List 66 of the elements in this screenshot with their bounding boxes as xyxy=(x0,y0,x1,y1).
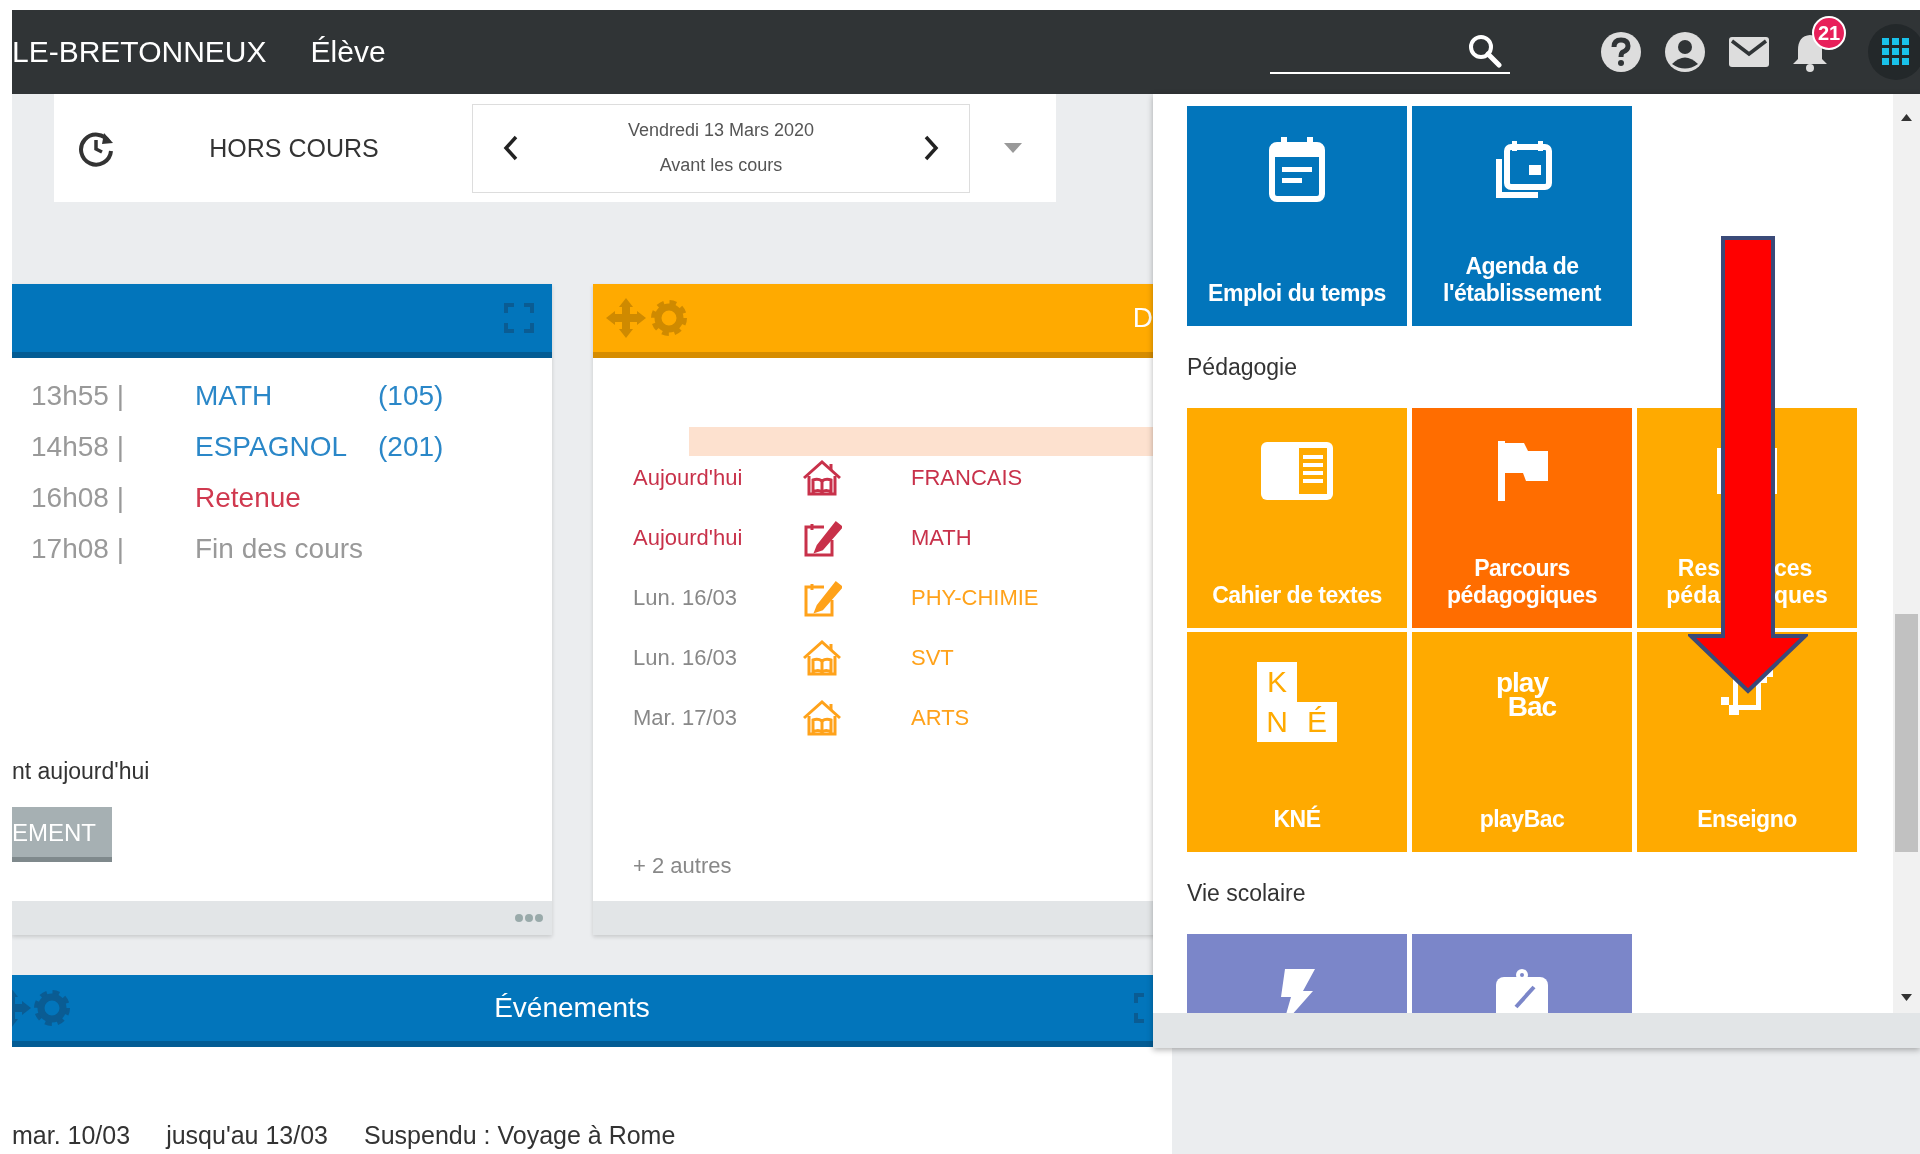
due-date: Aujourd'hui xyxy=(633,525,744,551)
due-date: Mar. 17/03 xyxy=(633,705,738,731)
event-text: Suspendu : Voyage à Rome xyxy=(364,1121,676,1150)
card-title: Événements xyxy=(493,992,651,1024)
room-text: (201) xyxy=(378,431,444,463)
card-title: D xyxy=(1132,302,1153,334)
more-link[interactable]: + 2 autres xyxy=(633,853,732,879)
action-button[interactable]: EMENT xyxy=(12,807,112,862)
scrollbar[interactable] xyxy=(1893,94,1920,1013)
subject-link[interactable]: SVT xyxy=(911,645,1039,671)
due-date: Lun. 16/03 xyxy=(633,585,738,611)
app-tile[interactable]: Cahier de textes xyxy=(1187,408,1407,628)
help-icon[interactable] xyxy=(1600,31,1642,73)
app-tile[interactable]: Enseigno xyxy=(1637,632,1857,852)
flag-icon xyxy=(1496,441,1548,501)
subject-link[interactable]: PHY-CHIMIE xyxy=(911,585,1039,611)
room-text: (105) xyxy=(378,380,444,412)
playbac-logo: play Bac xyxy=(1495,671,1557,719)
app-tile[interactable]: K N É KNÉ xyxy=(1187,632,1407,852)
house-book-icon xyxy=(802,638,842,678)
app-tile[interactable]: Emploi du temps xyxy=(1187,106,1407,326)
time-text: 16h08 | xyxy=(31,482,125,514)
calendar-icon xyxy=(1269,135,1325,203)
subject-text: MATH xyxy=(195,380,274,412)
notebook-icon xyxy=(1261,442,1333,500)
user-role: Élève xyxy=(310,35,386,69)
time-text: 14h58 | xyxy=(31,431,125,463)
subject-text: Retenue xyxy=(195,482,302,514)
section-title: Pédagogie xyxy=(1187,352,1298,382)
chevron-right-icon[interactable] xyxy=(923,135,939,161)
time-text: 13h55 | xyxy=(31,380,125,412)
app-tile[interactable]: Parcours pédagogiques xyxy=(1412,408,1632,628)
course-status: HORS COURS xyxy=(208,133,380,163)
day-period: Avant les cours xyxy=(659,155,783,176)
due-date: Lun. 16/03 xyxy=(633,645,738,671)
app-tile[interactable]: Agenda de l'établissement xyxy=(1412,106,1632,326)
chevron-left-icon[interactable] xyxy=(503,135,519,161)
due-date: Aujourd'hui xyxy=(633,465,744,491)
event-date: mar. 10/03 xyxy=(12,1121,131,1150)
house-book-icon xyxy=(802,698,842,738)
subject-text: Fin des cours xyxy=(195,533,365,565)
event-end-date: jusqu'au 13/03 xyxy=(166,1121,328,1150)
scroll-thumb[interactable] xyxy=(1895,614,1918,852)
subject-link[interactable]: ARTS xyxy=(911,705,1039,731)
scroll-down-icon[interactable] xyxy=(1901,994,1912,1001)
subject-text: ESPAGNOL xyxy=(195,431,348,463)
app-tile[interactable]: play Bac playBac xyxy=(1412,632,1632,852)
kne-logo: K N É xyxy=(1257,662,1337,742)
house-book-icon xyxy=(802,458,842,498)
notepad-pencil-icon xyxy=(802,578,842,618)
message-text: nt aujourd'hui xyxy=(12,758,150,785)
subject-link[interactable]: MATH xyxy=(911,525,1039,551)
user-icon[interactable] xyxy=(1664,31,1706,73)
time-text: 17h08 | xyxy=(31,533,125,565)
subject-link[interactable]: FRANCAIS xyxy=(911,465,1039,491)
notification-badge: 21 xyxy=(1812,16,1846,50)
notepad-pencil-icon xyxy=(802,518,842,558)
current-date: Vendredi 13 Mars 2020 xyxy=(627,120,815,141)
mail-icon[interactable] xyxy=(1728,36,1770,68)
section-title: Vie scolaire xyxy=(1187,878,1307,908)
caret-icon[interactable] xyxy=(1004,143,1022,153)
search-icon xyxy=(1468,34,1502,68)
grid-icon[interactable] xyxy=(1882,38,1910,66)
school-name: LE-BRETONNEUX xyxy=(12,35,267,69)
scroll-up-icon[interactable] xyxy=(1901,114,1912,121)
clipboard-icon xyxy=(1494,967,1550,1013)
